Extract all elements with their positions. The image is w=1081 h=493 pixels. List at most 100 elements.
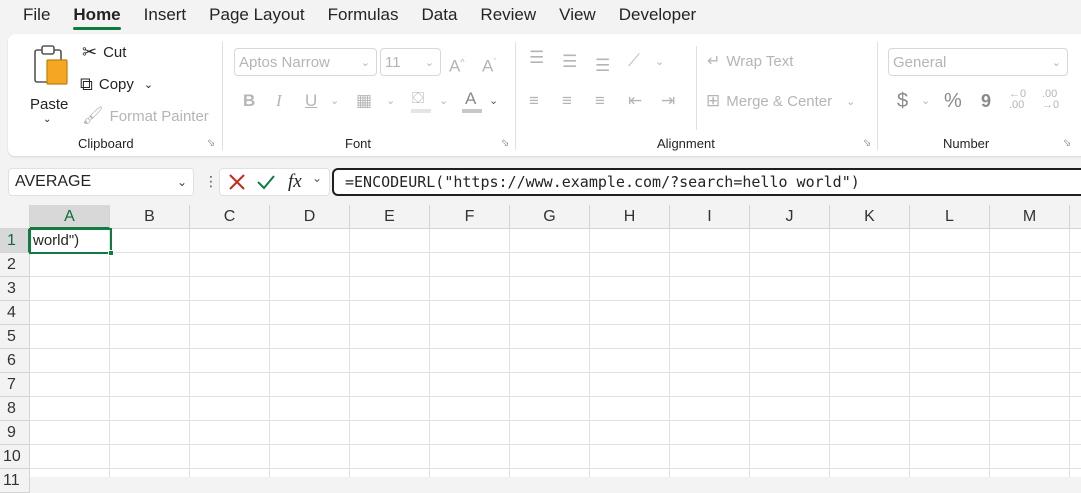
currency-icon[interactable]: $	[897, 91, 908, 111]
dialog-launcher-icon[interactable]: ⬂	[501, 138, 512, 149]
paste-icon	[34, 45, 68, 85]
column-header-l[interactable]: L	[910, 205, 990, 229]
menu-file[interactable]: File	[23, 0, 50, 32]
align-right-icon[interactable]: ≡	[595, 91, 605, 111]
number-format-select[interactable]: General ⌄	[888, 48, 1068, 76]
comma-style-icon[interactable]: 9	[981, 91, 991, 111]
copy-button[interactable]: ⧉ Copy ⌄	[80, 74, 153, 95]
align-center-icon[interactable]: ≡	[562, 91, 572, 111]
chevron-down-icon[interactable]: ⌄	[489, 91, 498, 111]
font-family-select[interactable]: Aptos Narrow ⌄	[234, 48, 377, 76]
percent-icon[interactable]: %	[944, 91, 962, 111]
formula-bar: AVERAGE ⌄ ⋮ fx ⌄ =ENCODEURL("https://www…	[0, 162, 1081, 202]
chevron-down-icon[interactable]: ⌄	[655, 52, 664, 72]
fill-color-icon[interactable]: ⛋	[411, 90, 431, 113]
column-header-g[interactable]: G	[510, 205, 590, 229]
underline-icon[interactable]: U	[305, 91, 317, 111]
decrease-font-size-icon[interactable]: Aˇ	[482, 52, 496, 77]
menu-home[interactable]: Home	[73, 0, 121, 32]
row-header-2[interactable]: 2	[0, 253, 30, 277]
wrap-text-button[interactable]: ↵ Wrap Text	[707, 51, 793, 71]
row-header-10[interactable]: 10	[0, 445, 30, 469]
column-header-k[interactable]: K	[830, 205, 910, 229]
column-header-i[interactable]: I	[670, 205, 750, 229]
active-cell-border	[29, 228, 112, 254]
orientation-icon[interactable]: ⟋	[628, 51, 640, 71]
column-header-f[interactable]: F	[430, 205, 510, 229]
name-box[interactable]: AVERAGE ⌄	[8, 168, 194, 196]
menu-developer[interactable]: Developer	[619, 0, 697, 32]
name-box-value: AVERAGE	[15, 173, 92, 190]
increase-font-size-icon[interactable]: A^	[449, 52, 465, 77]
borders-icon[interactable]: ▦	[356, 91, 372, 111]
column-header-h[interactable]: H	[590, 205, 670, 229]
menu-formulas[interactable]: Formulas	[328, 0, 399, 32]
increase-decimal-icon[interactable]: ←0.00	[1009, 89, 1026, 111]
merge-center-button[interactable]: ⊞ Merge & Center ⌄	[706, 91, 855, 111]
group-divider	[877, 42, 878, 150]
align-top-icon[interactable]: ☰	[529, 48, 544, 68]
format-painter-label: Format Painter	[109, 107, 209, 125]
dialog-launcher-icon[interactable]: ⬂	[863, 138, 874, 149]
column-header-c[interactable]: C	[190, 205, 270, 229]
column-header-b[interactable]: B	[110, 205, 190, 229]
more-options-icon[interactable]: ⋮	[204, 174, 218, 188]
format-painter-icon: 🖌	[82, 106, 104, 125]
menu-data[interactable]: Data	[422, 0, 458, 32]
decrease-decimal-icon[interactable]: .00 →0	[1042, 89, 1059, 111]
column-header-e[interactable]: E	[350, 205, 430, 229]
column-header-j[interactable]: J	[750, 205, 830, 229]
row-header-8[interactable]: 8	[0, 397, 30, 421]
menu-review[interactable]: Review	[480, 0, 536, 32]
row-header-9[interactable]: 9	[0, 421, 30, 445]
menu-view[interactable]: View	[559, 0, 596, 32]
align-left-icon[interactable]: ≡	[529, 91, 539, 111]
column-header-m[interactable]: M	[990, 205, 1070, 229]
bold-icon[interactable]: B	[243, 91, 255, 111]
increase-indent-icon[interactable]: ⇥	[661, 91, 675, 111]
font-group-label: Font	[345, 136, 372, 151]
chevron-down-icon[interactable]: ⌄	[330, 91, 339, 111]
spreadsheet-grid: A B C D E F G H I J K L M 1 2 3 4 5 6 7 …	[0, 205, 1081, 493]
align-middle-icon[interactable]: ☰	[562, 52, 577, 72]
dialog-launcher-icon[interactable]: ⬂	[1063, 138, 1074, 149]
font-color-icon[interactable]: A	[462, 89, 482, 113]
dialog-launcher-icon[interactable]: ⬂	[207, 138, 218, 149]
chevron-down-icon[interactable]: ⌄	[386, 91, 395, 111]
number-group-label: Number	[943, 136, 990, 151]
formula-input[interactable]: =ENCODEURL("https://www.example.com/?sea…	[332, 168, 1081, 196]
align-bottom-icon[interactable]: ☰	[595, 56, 610, 76]
row-header-4[interactable]: 4	[0, 301, 30, 325]
cut-button[interactable]: ✂ Cut	[82, 42, 126, 63]
chevron-down-icon[interactable]: ⌄	[177, 169, 187, 195]
chevron-down-icon[interactable]: ⌄	[312, 171, 322, 185]
italic-icon[interactable]: I	[276, 91, 282, 111]
enter-check-icon[interactable]	[256, 173, 276, 191]
insert-function-icon[interactable]: fx	[288, 171, 302, 193]
select-all-corner[interactable]	[0, 205, 30, 229]
row-header-1[interactable]: 1	[0, 229, 30, 253]
column-header-a[interactable]: A	[30, 205, 110, 229]
row-header-6[interactable]: 6	[0, 349, 30, 373]
paste-button[interactable]: Paste ⌄	[24, 42, 74, 125]
cancel-icon[interactable]	[228, 173, 246, 191]
format-painter-button[interactable]: 🖌 Format Painter	[82, 106, 209, 126]
column-header-d[interactable]: D	[270, 205, 350, 229]
row-header-11[interactable]: 11	[0, 469, 30, 493]
row-header-3[interactable]: 3	[0, 277, 30, 301]
menu-page-layout[interactable]: Page Layout	[209, 0, 304, 32]
row-header-7[interactable]: 7	[0, 373, 30, 397]
formula-buttons: fx ⌄	[219, 168, 330, 196]
chevron-down-icon: ⌄	[846, 95, 856, 108]
number-format-value: General	[893, 53, 947, 71]
chevron-down-icon[interactable]: ⌄	[921, 91, 930, 111]
chevron-down-icon[interactable]: ⌄	[439, 91, 448, 111]
chevron-down-icon: ⌄	[424, 56, 434, 69]
column-header-partial[interactable]	[1070, 205, 1081, 229]
menu-insert[interactable]: Insert	[144, 0, 187, 32]
cell-area[interactable]	[30, 229, 1081, 477]
decrease-indent-icon[interactable]: ⇤	[628, 91, 642, 111]
font-size-select[interactable]: 11 ⌄	[380, 48, 441, 76]
row-header-5[interactable]: 5	[0, 325, 30, 349]
fill-handle[interactable]	[108, 250, 114, 256]
